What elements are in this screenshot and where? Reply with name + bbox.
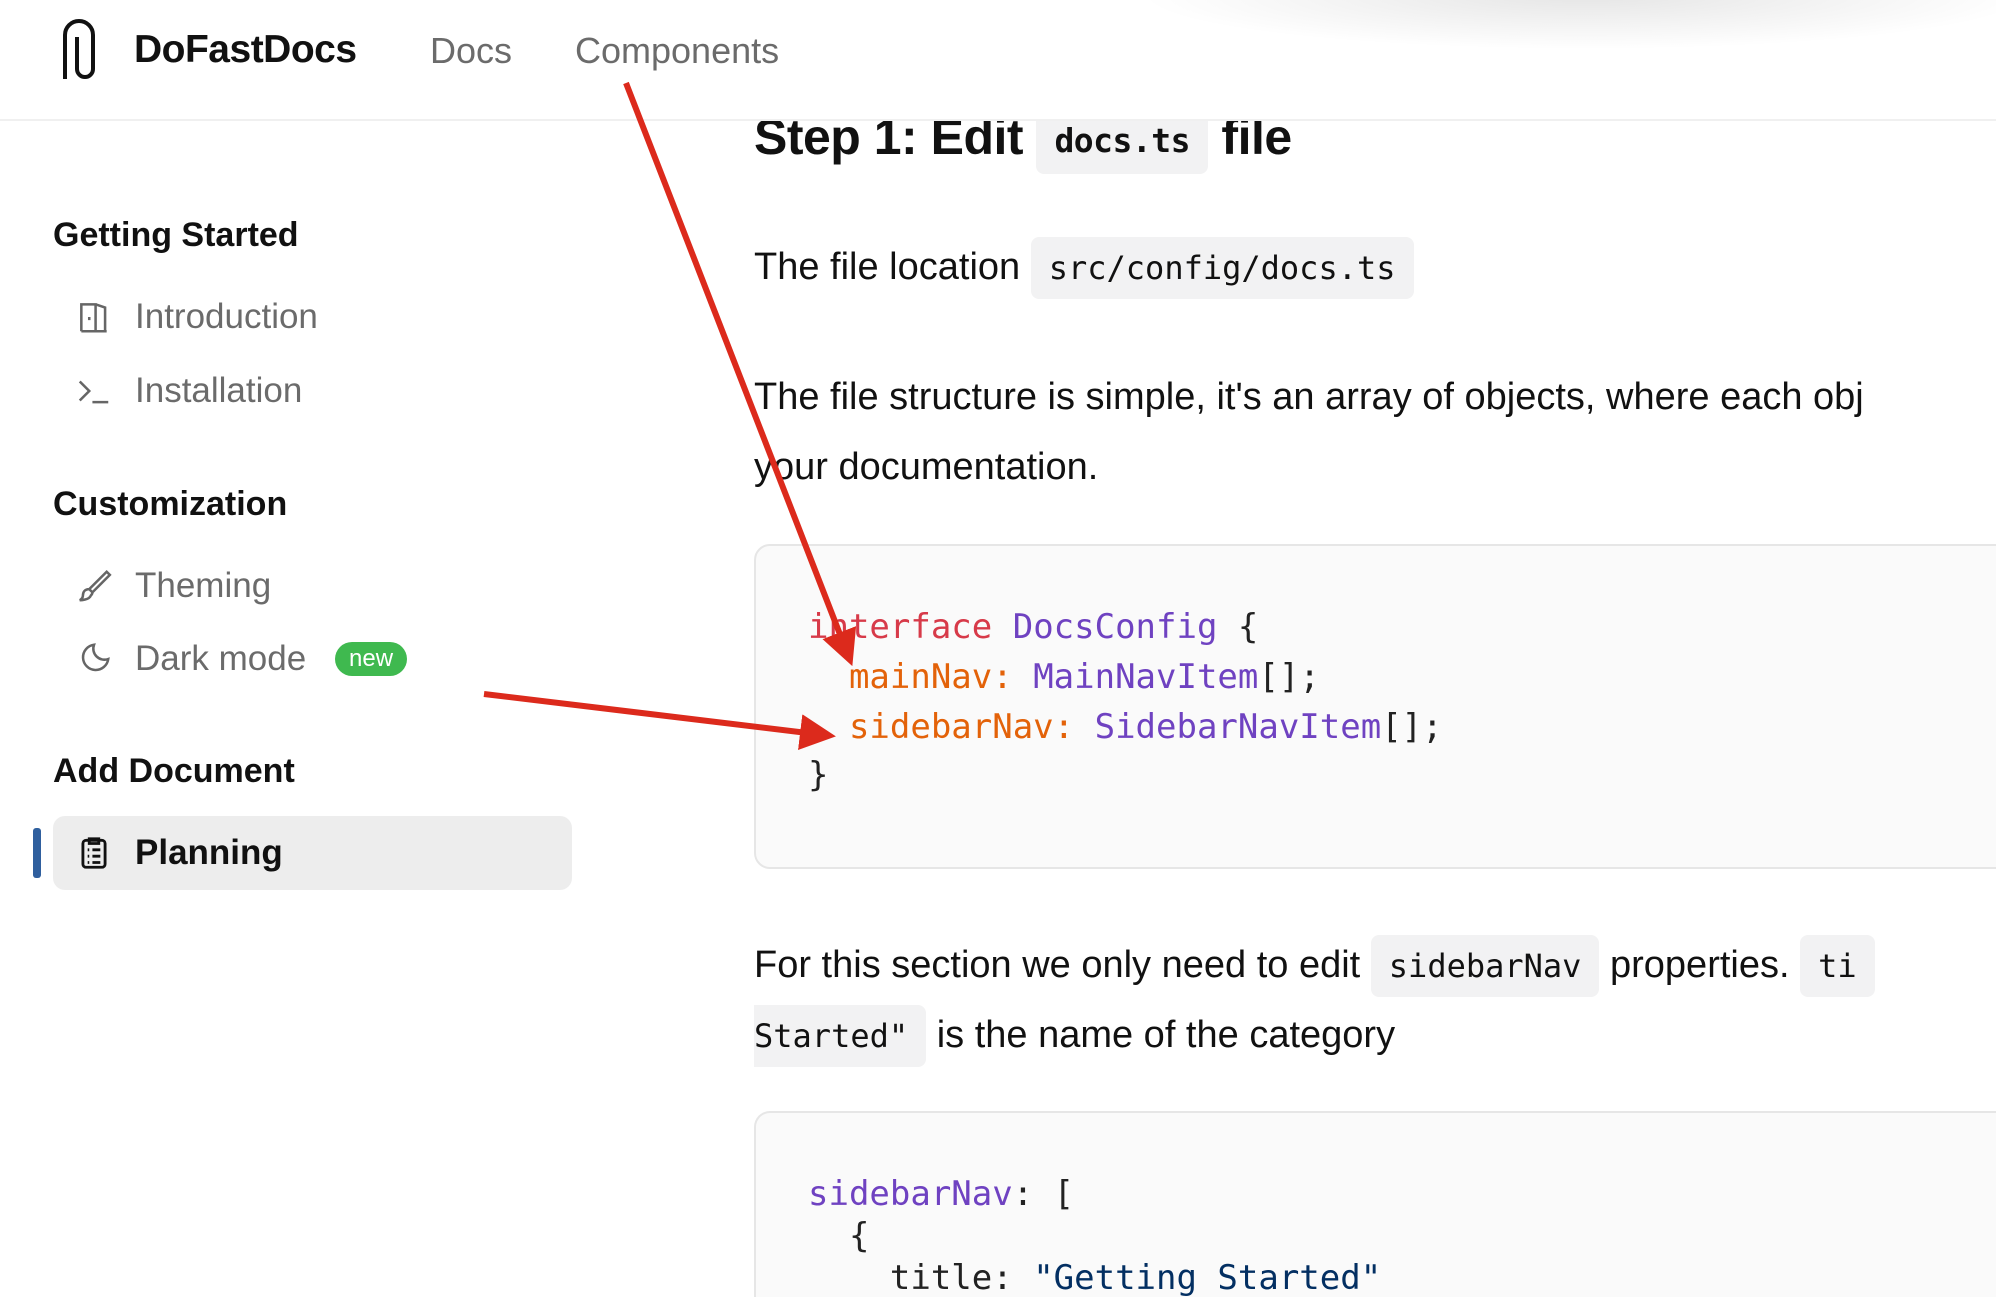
brand-name[interactable]: DoFastDocs <box>134 28 357 72</box>
section-paragraph-line-1: For this section we only need to edit si… <box>754 930 1875 1001</box>
code-text: []; <box>1258 657 1320 697</box>
paragraph-text: properties. <box>1610 944 1790 986</box>
new-badge: new <box>335 642 408 676</box>
paragraph-text: is the name of the category <box>936 1014 1396 1056</box>
inline-code: src/config/docs.ts <box>1030 237 1414 299</box>
active-indicator <box>33 828 41 878</box>
code-line: sidebarNav: [ <box>808 1175 1074 1213</box>
code-property: mainNav: <box>848 657 1013 697</box>
code-property: sidebarNav: <box>848 707 1075 747</box>
code-type: SidebarNavItem <box>1094 707 1382 747</box>
moon-icon <box>81 643 110 672</box>
sidebar-item-planning[interactable]: Planning <box>53 816 572 890</box>
sidebar-item-installation[interactable]: Installation <box>53 354 572 428</box>
section-customization: Customization <box>53 485 288 523</box>
code-line: title: "Getting Started" <box>808 1259 1381 1297</box>
code-type: DocsConfig <box>1012 607 1218 647</box>
code-block: sidebarNav: [ { title: "Getting Started" <box>754 1111 1996 1297</box>
code-text: { <box>848 1216 870 1256</box>
terminal-icon <box>78 380 109 404</box>
nav-components[interactable]: Components <box>575 30 779 72</box>
section-paragraph-line-2: Started" is the name of the category <box>754 1000 1395 1071</box>
sidebar-item-label: Installation <box>135 371 303 410</box>
sidebar-item-dark-mode[interactable]: Dark mode new <box>53 622 572 696</box>
location-paragraph: The file location src/config/docs.ts <box>754 232 1414 303</box>
paragraph-text: The file location <box>754 246 1021 288</box>
structure-line-2: your documentation. <box>754 446 1099 488</box>
sidebar-item-theming[interactable]: Theming <box>53 549 572 623</box>
sidebar-item-label: Planning <box>135 833 283 872</box>
clipboard-icon <box>81 837 107 869</box>
code-string: "Getting Started" <box>1033 1258 1382 1298</box>
inline-code: Started" <box>754 1005 927 1067</box>
section-getting-started: Getting Started <box>53 216 299 254</box>
code-text: : [ <box>1012 1174 1075 1214</box>
sidebar-item-label: Dark mode <box>135 639 307 678</box>
code-line: } <box>808 755 829 795</box>
paragraph-text: For this section we only need to edit <box>754 944 1361 986</box>
code-line: mainNav: MainNavItem[]; <box>808 658 1320 696</box>
code-line: interface DocsConfig { <box>808 608 1258 646</box>
inline-code: ti <box>1800 935 1875 997</box>
sidebar-item-label: Introduction <box>135 297 318 336</box>
code-type: sidebarNav <box>808 1174 1013 1214</box>
code-text: { <box>1217 607 1259 647</box>
code-keyword: interface <box>808 607 993 647</box>
sidebar-item-introduction[interactable]: Introduction <box>53 280 572 354</box>
structure-line-1: The file structure is simple, it's an ar… <box>754 376 1864 418</box>
nav-docs[interactable]: Docs <box>430 30 512 72</box>
brush-icon <box>79 569 112 602</box>
code-block: interface DocsConfig { mainNav: MainNavI… <box>754 544 1996 869</box>
inline-code: sidebarNav <box>1370 935 1600 997</box>
code-text: []; <box>1381 707 1443 747</box>
code-line: sidebarNav: SidebarNavItem[]; <box>808 708 1443 746</box>
sidebar-item-label: Theming <box>135 566 272 605</box>
code-line: { <box>808 1217 869 1255</box>
blur-shadow <box>1136 0 1996 50</box>
section-add-document: Add Document <box>53 752 295 790</box>
code-property: title: <box>889 1258 1034 1298</box>
main-content: Step 1: Edit docs.ts file The file locat… <box>754 0 1996 1298</box>
paperclip-icon[interactable] <box>61 19 105 81</box>
book-open-icon <box>80 303 107 333</box>
code-type: MainNavItem <box>1033 657 1259 697</box>
